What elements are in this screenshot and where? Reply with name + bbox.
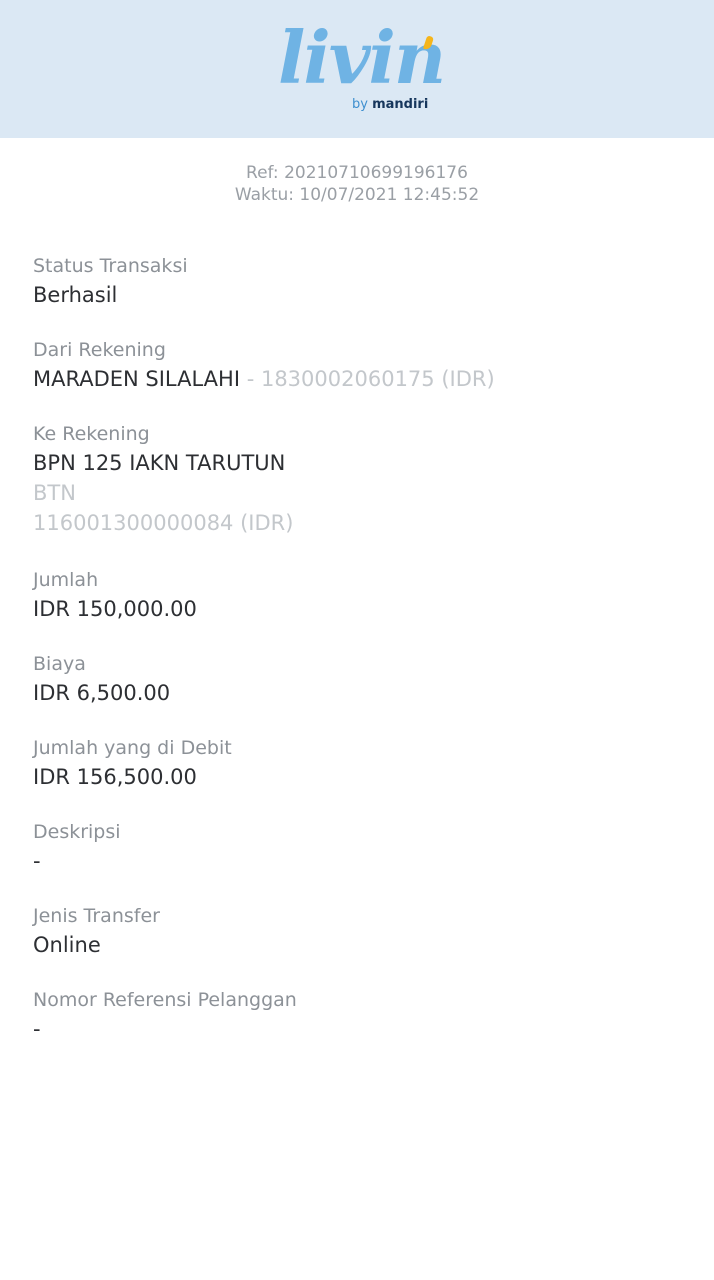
logo-byline: by mandiri (352, 97, 429, 112)
customer-ref-value: - (33, 1017, 41, 1041)
reference-number: Ref: 20210710699196176 (246, 163, 468, 183)
fee-section: Biaya IDR 6,500.00 (33, 650, 673, 708)
transaction-time: Waktu: 10/07/2021 12:45:52 (234, 185, 480, 205)
fee-value: IDR 6,500.00 (33, 681, 171, 705)
transfer-type-value: Online (33, 933, 101, 957)
livin-mandiri-logo: livin by mandiri (270, 18, 450, 118)
description-value: - (33, 849, 41, 873)
status-label: Status Transaksi (33, 255, 188, 277)
customer-ref-label: Nomor Referensi Pelanggan (33, 989, 297, 1011)
from-account-number: - 1830002060175 (IDR) (240, 367, 495, 391)
from-account-section: Dari Rekening MARADEN SILALAHI - 1830002… (33, 336, 673, 394)
status-section: Status Transaksi Berhasil (33, 252, 673, 310)
amount-value: IDR 150,000.00 (33, 597, 197, 621)
from-account-label: Dari Rekening (33, 339, 166, 361)
status-value: Berhasil (33, 283, 118, 307)
description-label: Deskripsi (33, 821, 121, 843)
customer-ref-section: Nomor Referensi Pelanggan - (33, 986, 673, 1044)
amount-section: Jumlah IDR 150,000.00 (33, 566, 673, 624)
app-header: livin by mandiri (0, 0, 714, 138)
to-account-name: BPN 125 IAKN TARUTUN (33, 451, 286, 475)
from-account-name: MARADEN SILALAHI (33, 367, 241, 391)
to-account-number: 116001300000084 (IDR) (33, 511, 294, 535)
logo-wordmark: livin (278, 15, 446, 100)
amount-label: Jumlah (33, 569, 99, 591)
to-account-bank: BTN (33, 481, 76, 505)
transfer-type-section: Jenis Transfer Online (33, 902, 673, 960)
to-account-section: Ke Rekening BPN 125 IAKN TARUTUN BTN 116… (33, 420, 673, 538)
description-section: Deskripsi - (33, 818, 673, 876)
debit-section: Jumlah yang di Debit IDR 156,500.00 (33, 734, 673, 792)
debit-value: IDR 156,500.00 (33, 765, 197, 789)
transfer-type-label: Jenis Transfer (33, 905, 160, 927)
debit-label: Jumlah yang di Debit (33, 737, 232, 759)
to-account-label: Ke Rekening (33, 423, 150, 445)
fee-label: Biaya (33, 653, 86, 675)
